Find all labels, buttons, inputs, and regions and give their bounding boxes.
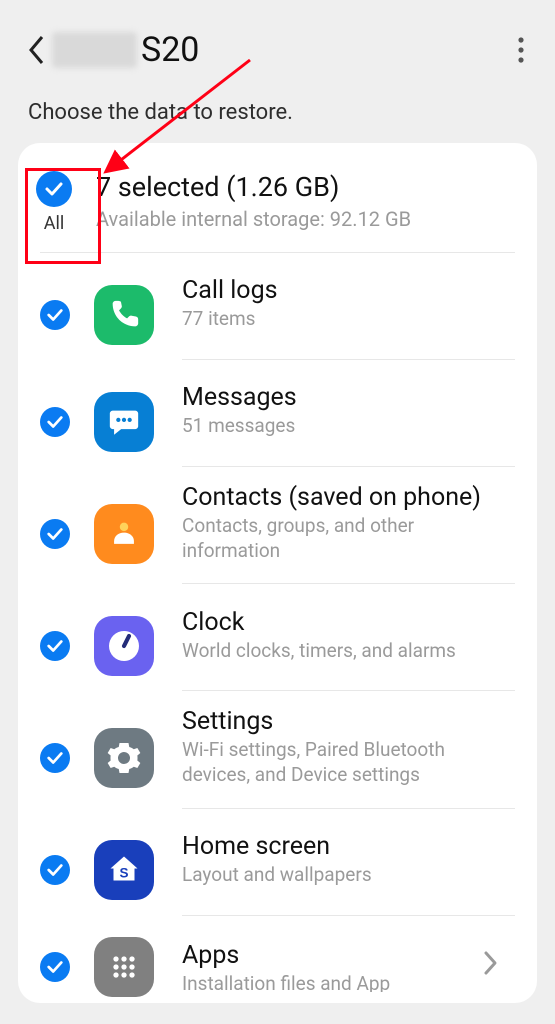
contacts-icon — [94, 504, 154, 564]
more-options-button[interactable] — [509, 38, 533, 62]
item-title: Settings — [182, 707, 515, 736]
item-subtitle: 77 items — [182, 307, 515, 332]
item-title: Contacts (saved on phone) — [182, 483, 515, 512]
expand-button[interactable] — [483, 949, 499, 981]
item-home-screen[interactable]: S Home screen Layout and wallpapers — [18, 809, 537, 916]
app-header: S20 — [0, 0, 555, 80]
checkbox[interactable] — [40, 743, 70, 773]
item-title: Messages — [182, 383, 515, 412]
item-title: Apps — [182, 941, 515, 970]
instruction-text: Choose the data to restore. — [0, 80, 555, 143]
restore-card: All 7 selected (1.26 GB) Available inter… — [18, 143, 537, 1003]
fade-edge — [0, 1014, 555, 1024]
back-button[interactable] — [22, 35, 52, 65]
home-icon: S — [94, 840, 154, 900]
chevron-left-icon — [27, 35, 47, 65]
more-vertical-icon — [517, 36, 525, 64]
checkbox[interactable] — [40, 407, 70, 437]
checkmark-icon — [46, 861, 64, 879]
checkmark-icon — [46, 637, 64, 655]
item-subtitle: Layout and wallpapers — [182, 863, 515, 888]
item-clock[interactable]: Clock World clocks, timers, and alarms — [18, 584, 537, 691]
gear-icon — [94, 728, 154, 788]
checkbox[interactable] — [40, 300, 70, 330]
item-call-logs[interactable]: Call logs 77 items — [18, 253, 537, 360]
messages-icon — [94, 392, 154, 452]
checkmark-icon — [46, 413, 64, 431]
checkbox[interactable] — [40, 952, 70, 982]
checkmark-icon — [46, 525, 64, 543]
redacted-text — [52, 32, 137, 68]
selection-summary: 7 selected (1.26 GB) — [96, 171, 515, 203]
item-apps[interactable]: Apps Installation files and App — [18, 916, 537, 1002]
item-title: Clock — [182, 608, 515, 637]
checkbox[interactable] — [40, 519, 70, 549]
checkmark-icon — [46, 306, 64, 324]
item-subtitle: Contacts, groups, and other information — [182, 514, 515, 563]
storage-remaining: Available internal storage: 92.12 GB — [96, 207, 515, 231]
checkmark-icon — [46, 958, 64, 976]
checkbox[interactable] — [40, 855, 70, 885]
item-settings[interactable]: Settings Wi-Fi settings, Paired Bluetoot… — [18, 691, 537, 808]
item-subtitle: World clocks, timers, and alarms — [182, 639, 515, 664]
device-title: S20 — [141, 30, 199, 70]
item-subtitle: 51 messages — [182, 414, 515, 439]
data-type-list: Call logs 77 items Messages 51 messages — [18, 253, 537, 1002]
item-subtitle: Installation files and App — [182, 972, 515, 992]
svg-text:S: S — [119, 866, 128, 881]
checkbox[interactable] — [40, 631, 70, 661]
item-messages[interactable]: Messages 51 messages — [18, 360, 537, 467]
chevron-right-icon — [483, 949, 499, 977]
clock-icon — [94, 616, 154, 676]
title-area: S20 — [52, 30, 509, 70]
item-subtitle: Wi-Fi settings, Paired Bluetooth devices… — [182, 738, 515, 787]
annotation-highlight-box — [25, 168, 101, 264]
item-contacts[interactable]: Contacts (saved on phone) Contacts, grou… — [18, 467, 537, 584]
item-title: Home screen — [182, 832, 515, 861]
checkmark-icon — [46, 749, 64, 767]
apps-grid-icon — [94, 937, 154, 997]
item-title: Call logs — [182, 276, 515, 305]
phone-icon — [94, 285, 154, 345]
